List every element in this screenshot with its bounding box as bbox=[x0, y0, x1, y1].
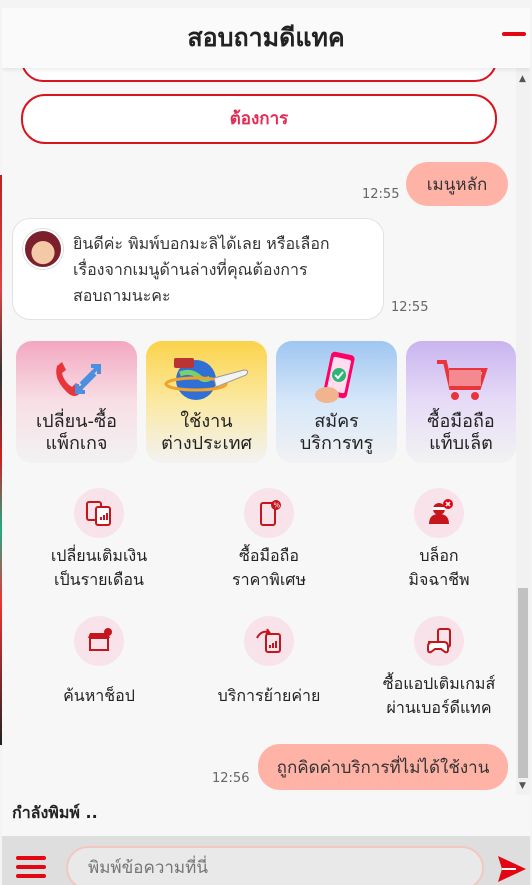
cart-icon bbox=[406, 351, 516, 407]
service-port-network[interactable]: บริการย้ายค่าย bbox=[184, 616, 354, 708]
card-label-line: แท็บเล็ต bbox=[429, 433, 493, 454]
service-label-line: เป็นรายเดือน bbox=[54, 570, 144, 589]
message-composer bbox=[2, 836, 530, 885]
service-block-scammer[interactable]: บล็อก มิจฉาชีพ bbox=[354, 488, 516, 592]
service-label-line: บริการย้ายค่าย bbox=[217, 686, 321, 705]
bot-avatar bbox=[23, 229, 63, 269]
service-label: บล็อก มิจฉาชีพ bbox=[354, 544, 516, 592]
scroll-up-icon[interactable]: ▲ bbox=[519, 74, 526, 84]
chat-title: สอบถามดีแทค bbox=[187, 23, 345, 52]
network-switch-icon bbox=[244, 616, 294, 666]
service-label-line: ผ่านเบอร์ดีแทค bbox=[386, 698, 492, 717]
send-icon[interactable] bbox=[496, 854, 528, 885]
service-game-topup[interactable]: ซื้อแอปเติมเกมส์ ผ่านเบอร์ดีแทค bbox=[354, 616, 516, 720]
bot-message-text: ยินดีค่ะ พิมพ์บอกมะลิได้เลย หรือเลือก เร… bbox=[73, 231, 373, 309]
card-label-line: บริการทรู bbox=[299, 433, 374, 454]
card-label: ซื้อมือถือ แท็บเล็ต bbox=[406, 411, 516, 455]
service-label: เปลี่ยนเติมเงิน เป็นรายเดือน bbox=[14, 544, 184, 592]
card-buy-device[interactable]: ซื้อมือถือ แท็บเล็ต bbox=[406, 341, 516, 463]
message-list[interactable]: ต้องการ 12:55 เมนูหลัก ยินดีค่ะ พิมพ์บอก… bbox=[2, 68, 516, 795]
service-label-line: เปลี่ยนเติมเงิน bbox=[50, 546, 148, 565]
service-special-phone[interactable]: % ซื้อมือถือ ราคาพิเศษ bbox=[184, 488, 354, 592]
bot-message-line: เรื่องจากเมนูด้านล่างที่คุณต้องการ bbox=[73, 260, 308, 279]
service-prepaid-to-postpaid[interactable]: เปลี่ยนเติมเงิน เป็นรายเดือน bbox=[14, 488, 184, 592]
hamburger-menu-icon[interactable] bbox=[16, 856, 46, 880]
phone-discount-icon: % bbox=[244, 488, 294, 538]
user-message: เมนูหลัก bbox=[406, 162, 508, 206]
phone-check-icon bbox=[276, 351, 397, 407]
card-label-line: เปลี่ยน-ซื้อ bbox=[36, 411, 117, 432]
service-label-line: มิจฉาชีพ bbox=[408, 570, 470, 589]
shop-location-icon bbox=[74, 616, 124, 666]
sim-switch-icon bbox=[74, 488, 124, 538]
card-label-line: สมัคร bbox=[314, 411, 359, 432]
service-label-line: บล็อก bbox=[419, 546, 459, 565]
user-message: ถูกคิดค่าบริการที่ไม่ได้ใช้งาน bbox=[258, 744, 508, 790]
globe-plane-icon bbox=[146, 351, 267, 407]
bot-message-line: ยินดีค่ะ พิมพ์บอกมะลิได้เลย หรือเลือก bbox=[73, 234, 330, 253]
card-label: สมัคร บริการทรู bbox=[276, 411, 397, 455]
card-roaming[interactable]: ใช้งาน ต่างประเทศ bbox=[146, 341, 267, 463]
card-label-line: ใช้งาน bbox=[180, 411, 233, 432]
service-label-line: ซื้อแอปเติมเกมส์ bbox=[382, 674, 496, 693]
message-time: 12:56 bbox=[212, 771, 250, 786]
card-label: ใช้งาน ต่างประเทศ bbox=[146, 411, 267, 455]
menu-card-carousel[interactable]: เปลี่ยน-ซื้อ แพ็กเกจ ใช้งาน ต่างประเทศ ส… bbox=[16, 341, 516, 463]
scroll-down-icon[interactable]: ▼ bbox=[519, 781, 526, 791]
card-change-package[interactable]: เปลี่ยน-ซื้อ แพ็กเกจ bbox=[16, 341, 137, 463]
message-time: 12:55 bbox=[362, 187, 400, 202]
card-label-line: ต่างประเทศ bbox=[161, 433, 252, 454]
game-topup-icon bbox=[414, 616, 464, 666]
chat-panel: สอบถามดีแทค ต้องการ 12:55 เมนูหลัก ยินดี… bbox=[2, 8, 530, 885]
want-button[interactable]: ต้องการ bbox=[21, 94, 497, 144]
minimize-icon[interactable] bbox=[502, 32, 526, 36]
card-label-line: ซื้อมือถือ bbox=[427, 411, 495, 432]
quick-reply-button-previous[interactable] bbox=[21, 68, 497, 82]
scrollbar[interactable]: ▲ ▼ bbox=[516, 68, 530, 795]
service-label-line: ซื้อมือถือ bbox=[239, 546, 299, 565]
bot-message-line: สอบถามนะคะ bbox=[73, 286, 171, 305]
chat-header: สอบถามดีแทค bbox=[2, 8, 530, 68]
service-label-line: ค้นหาช็อป bbox=[63, 686, 135, 705]
svg-text:%: % bbox=[274, 502, 281, 510]
card-label-line: แพ็กเกจ bbox=[45, 433, 108, 454]
service-label: ซื้อมือถือ ราคาพิเศษ bbox=[184, 544, 354, 592]
message-time: 12:55 bbox=[391, 300, 429, 315]
phone-arrows-icon bbox=[16, 351, 137, 407]
typing-indicator: กำลังพิมพ์ .. bbox=[12, 803, 98, 822]
service-label-line: ราคาพิเศษ bbox=[232, 570, 306, 589]
service-find-shop[interactable]: ค้นหาช็อป bbox=[14, 616, 184, 708]
block-scammer-icon bbox=[414, 488, 464, 538]
service-label: บริการย้ายค่าย bbox=[184, 672, 354, 708]
service-label: ค้นหาช็อป bbox=[14, 672, 184, 708]
service-label: ซื้อแอปเติมเกมส์ ผ่านเบอร์ดีแทค bbox=[354, 672, 516, 720]
scrollbar-thumb[interactable] bbox=[518, 588, 528, 778]
bot-message: ยินดีค่ะ พิมพ์บอกมะลิได้เลย หรือเลือก เร… bbox=[12, 218, 384, 320]
card-true-service[interactable]: สมัคร บริการทรู bbox=[276, 341, 397, 463]
card-label: เปลี่ยน-ซื้อ แพ็กเกจ bbox=[16, 411, 137, 455]
message-input[interactable] bbox=[66, 846, 484, 885]
